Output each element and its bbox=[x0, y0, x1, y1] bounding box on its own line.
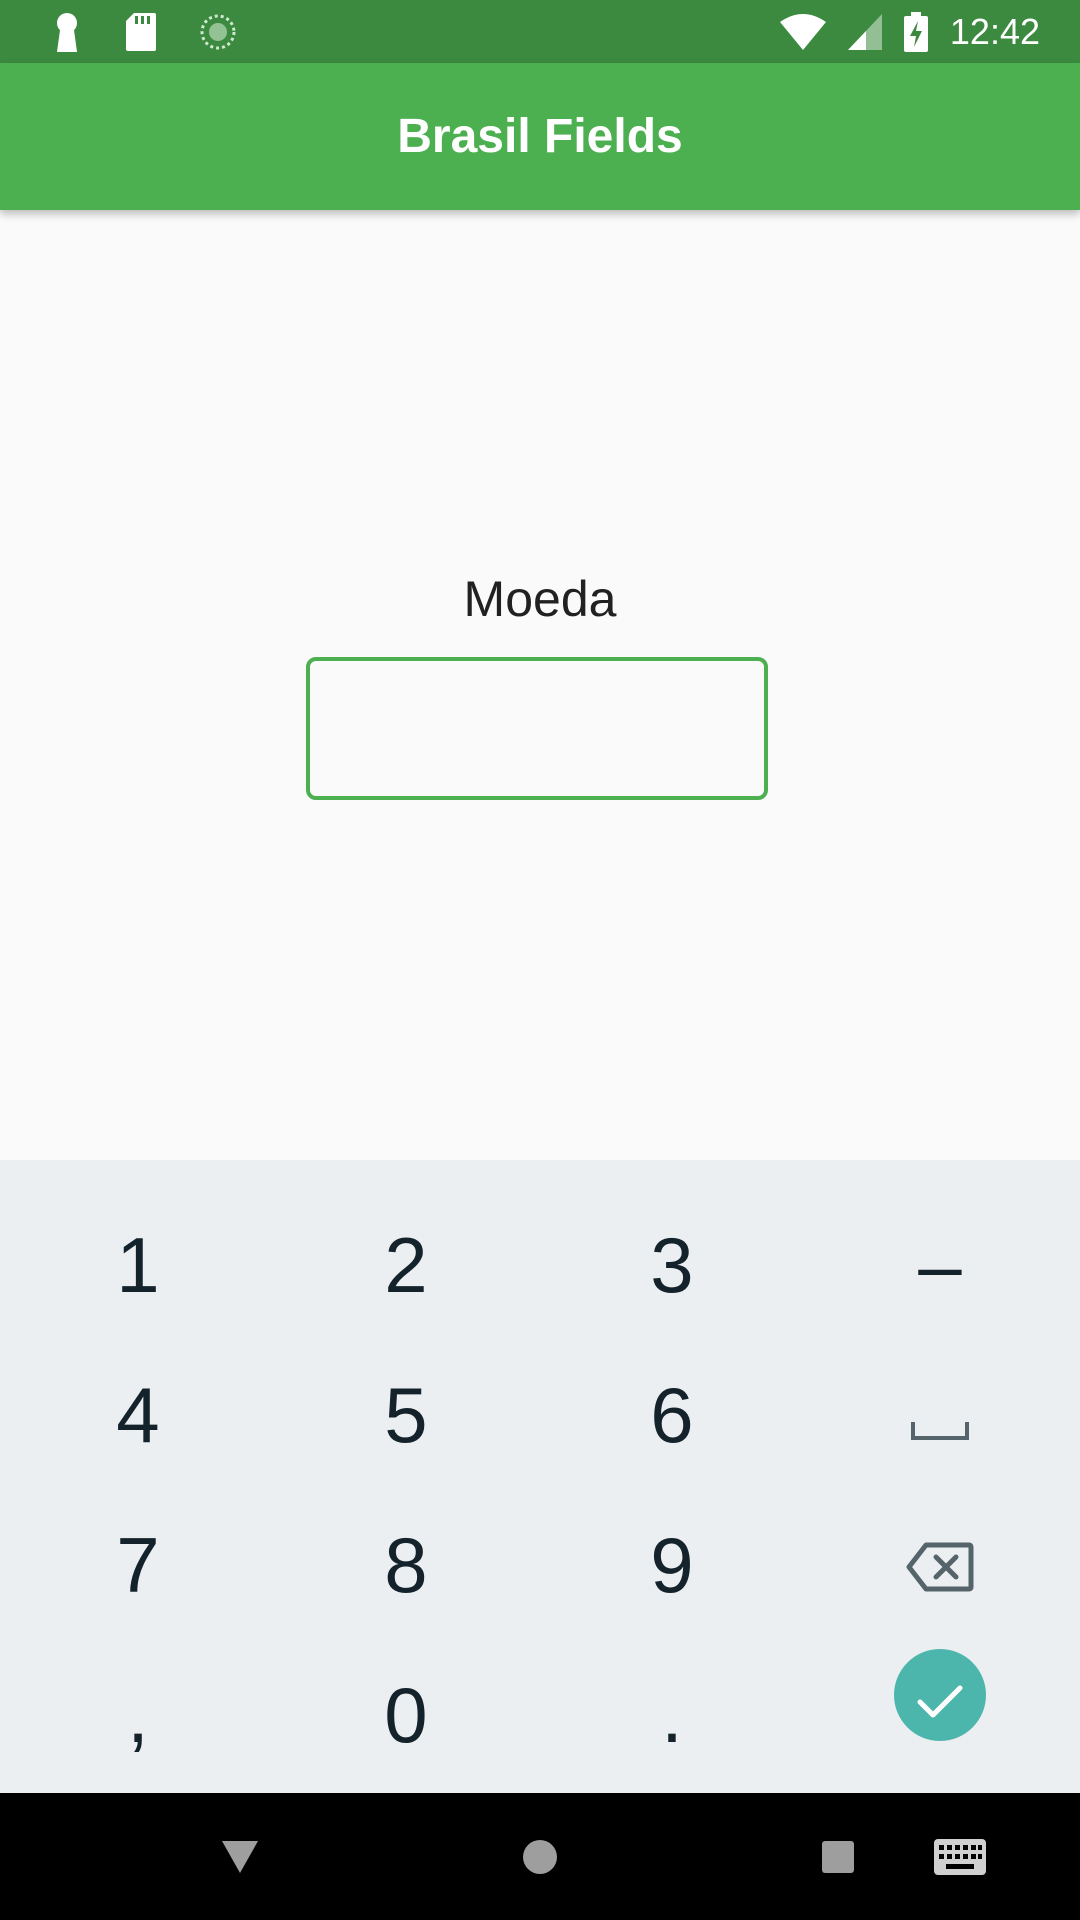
keyboard-switch-button[interactable] bbox=[910, 1793, 1010, 1920]
recents-button[interactable] bbox=[788, 1793, 888, 1920]
enter-check-icon bbox=[915, 1650, 965, 1741]
back-icon bbox=[222, 1840, 258, 1873]
key-6[interactable]: 6 bbox=[538, 1340, 806, 1490]
key-comma[interactable]: , bbox=[4, 1640, 272, 1790]
key-9-label: 9 bbox=[650, 1520, 694, 1609]
key-period-label: . bbox=[661, 1670, 683, 1759]
recents-icon bbox=[822, 1840, 854, 1873]
key-3-label: 3 bbox=[650, 1220, 694, 1309]
main-content: Moeda bbox=[0, 210, 1080, 1160]
key-7[interactable]: 7 bbox=[4, 1490, 272, 1640]
key-5-label: 5 bbox=[384, 1370, 428, 1459]
key-dash[interactable]: – bbox=[806, 1190, 1074, 1340]
key-6-label: 6 bbox=[650, 1370, 694, 1459]
key-8-label: 8 bbox=[384, 1520, 428, 1609]
currency-field-label: Moeda bbox=[463, 571, 617, 627]
keyhole-icon bbox=[52, 12, 82, 52]
back-button[interactable] bbox=[190, 1793, 290, 1920]
key-4[interactable]: 4 bbox=[4, 1340, 272, 1490]
key-7-label: 7 bbox=[116, 1520, 160, 1609]
key-period[interactable]: . bbox=[538, 1640, 806, 1790]
sync-icon bbox=[200, 14, 236, 50]
signal-icon bbox=[847, 14, 882, 50]
enter-button-bg bbox=[894, 1649, 986, 1741]
status-bar: 12:42 bbox=[0, 0, 1080, 63]
space-icon bbox=[910, 1370, 970, 1461]
app-bar: Brasil Fields bbox=[0, 63, 1080, 210]
key-4-label: 4 bbox=[116, 1370, 160, 1459]
key-5[interactable]: 5 bbox=[272, 1340, 540, 1490]
home-icon bbox=[522, 1839, 558, 1875]
backspace-icon bbox=[906, 1520, 974, 1611]
sd-card-icon bbox=[126, 13, 156, 51]
key-9[interactable]: 9 bbox=[538, 1490, 806, 1640]
key-2[interactable]: 2 bbox=[272, 1190, 540, 1340]
key-backspace[interactable] bbox=[806, 1490, 1074, 1640]
battery-charging-icon bbox=[903, 12, 928, 52]
home-button[interactable] bbox=[490, 1793, 590, 1920]
numeric-keyboard: 1 2 3 – 4 5 6 7 8 9 , 0 . bbox=[0, 1160, 1080, 1793]
key-space[interactable] bbox=[806, 1340, 1074, 1490]
key-2-label: 2 bbox=[384, 1220, 428, 1309]
wifi-icon bbox=[779, 14, 826, 50]
key-0[interactable]: 0 bbox=[272, 1640, 540, 1790]
status-time: 12:42 bbox=[949, 11, 1040, 52]
key-dash-label: – bbox=[918, 1220, 962, 1309]
key-1-label: 1 bbox=[116, 1220, 160, 1309]
key-1[interactable]: 1 bbox=[4, 1190, 272, 1340]
key-8[interactable]: 8 bbox=[272, 1490, 540, 1640]
navigation-bar bbox=[0, 1793, 1080, 1920]
keyboard-switch-icon bbox=[934, 1838, 986, 1875]
key-3[interactable]: 3 bbox=[538, 1190, 806, 1340]
key-enter[interactable] bbox=[806, 1620, 1074, 1770]
key-0-label: 0 bbox=[384, 1670, 428, 1759]
app-title: Brasil Fields bbox=[397, 110, 683, 163]
key-comma-label: , bbox=[127, 1670, 149, 1759]
currency-input[interactable] bbox=[306, 657, 768, 800]
